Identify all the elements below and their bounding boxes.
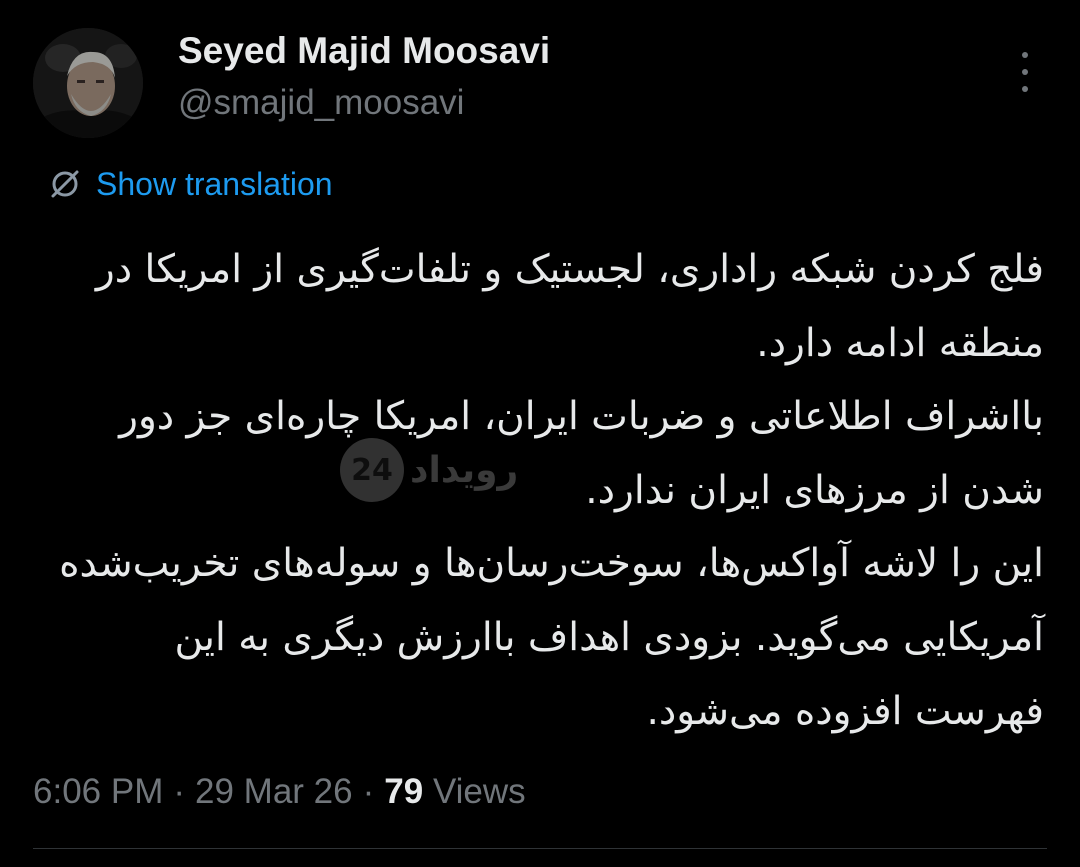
author-display-name[interactable]: Seyed Majid Moosavi bbox=[178, 30, 550, 72]
show-translation-label[interactable]: Show translation bbox=[96, 166, 333, 203]
more-vertical-icon bbox=[1022, 52, 1028, 58]
watermark: 24 رویداد bbox=[340, 438, 518, 502]
more-vertical-icon-dot bbox=[1022, 86, 1028, 92]
tweet-text: فلج کردن شبکه راداری، لجستیک و تلفات‌گیر… bbox=[59, 247, 1044, 734]
avatar-photo bbox=[33, 28, 143, 138]
meta-separator: · bbox=[362, 772, 375, 811]
more-vertical-icon-dot bbox=[1022, 69, 1028, 75]
divider bbox=[33, 848, 1047, 849]
meta-separator: · bbox=[173, 772, 186, 811]
author-handle[interactable]: @smajid_moosavi bbox=[178, 83, 464, 123]
tweet-meta: 6:06 PM · 29 Mar 26 · 79 Views bbox=[33, 772, 526, 812]
show-translation-button[interactable]: Show translation bbox=[46, 162, 333, 206]
views-label[interactable]: Views bbox=[433, 772, 526, 811]
watermark-text: رویداد bbox=[410, 449, 519, 491]
tweet-date[interactable]: 29 Mar 26 bbox=[195, 772, 353, 811]
views-count[interactable]: 79 bbox=[384, 772, 423, 811]
tweet-time[interactable]: 6:06 PM bbox=[33, 772, 163, 811]
more-options-button[interactable] bbox=[1008, 52, 1042, 92]
translate-icon bbox=[46, 165, 84, 203]
watermark-badge: 24 bbox=[340, 438, 404, 502]
avatar[interactable] bbox=[33, 28, 143, 138]
